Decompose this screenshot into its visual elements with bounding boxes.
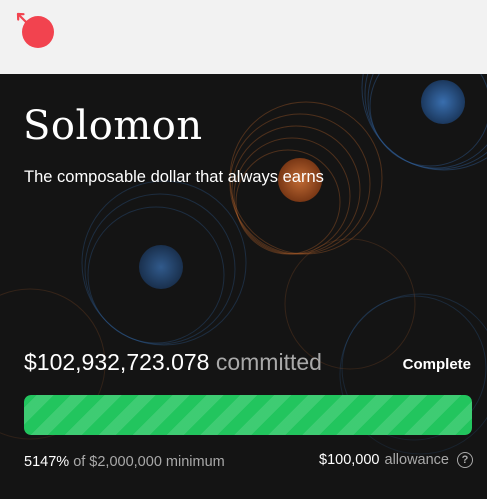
status-badge: Complete: [402, 356, 471, 373]
allowance-amount: $100,000: [319, 452, 380, 468]
committed-amount: $102,932,723.078: [24, 349, 210, 375]
top-bar: [0, 0, 487, 74]
allowance-label: allowance: [384, 452, 450, 468]
question-circle-icon[interactable]: ?: [457, 452, 473, 468]
progress-bar: [24, 395, 472, 435]
minimum-text: of $2,000,000 minimum: [73, 454, 225, 470]
committed-total: $102,932,723.078 committed: [24, 349, 322, 376]
minimum-progress: 5147% of $2,000,000 minimum: [24, 454, 225, 470]
project-tagline: The composable dollar that always earns: [24, 168, 324, 186]
red-orb-arrow-icon[interactable]: [16, 11, 56, 51]
percent-of-minimum: 5147%: [24, 454, 70, 470]
progress-fill: [24, 395, 472, 435]
allowance-info: $100,000 allowance ?: [319, 452, 473, 468]
committed-label: committed: [215, 349, 322, 375]
sale-card: Solomon The composable dollar that alway…: [0, 74, 487, 499]
project-title: Solomon: [23, 103, 203, 149]
